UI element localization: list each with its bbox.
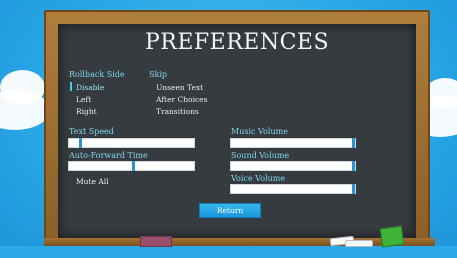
return-button[interactable]: Return — [200, 204, 260, 217]
auto-forward-slider[interactable] — [69, 161, 194, 171]
slider-thumb[interactable] — [132, 161, 135, 171]
voice-volume-slider[interactable] — [231, 184, 355, 194]
sound-volume-slider[interactable] — [231, 161, 355, 171]
slider-thumb[interactable] — [79, 138, 82, 148]
voice-volume-label: Voice Volume — [231, 174, 286, 183]
slider-thumb[interactable] — [352, 161, 355, 171]
skip-label: Skip — [149, 70, 168, 79]
rollback-option-disable[interactable]: Disable — [76, 83, 104, 92]
skip-option-transitions[interactable]: Transitions — [156, 107, 199, 116]
slider-thumb[interactable] — [352, 138, 355, 148]
music-volume-label: Music Volume — [231, 127, 288, 136]
skip-option-unseen-text[interactable]: Unseen Text — [156, 83, 203, 92]
selected-indicator — [70, 82, 72, 91]
rollback-option-left[interactable]: Left — [76, 95, 91, 104]
skip-option-after-choices[interactable]: After Choices — [156, 95, 207, 104]
music-volume-slider[interactable] — [231, 138, 355, 148]
page-title: PREFERENCES — [144, 30, 330, 55]
notepad — [379, 225, 405, 248]
rollback-option-right[interactable]: Right — [76, 107, 97, 116]
auto-forward-label: Auto-Forward Time — [69, 151, 148, 160]
text-speed-label: Text Speed — [69, 127, 114, 136]
cloud — [0, 70, 45, 105]
slider-thumb[interactable] — [352, 184, 355, 194]
chalk-piece — [345, 240, 373, 247]
text-speed-slider[interactable] — [69, 138, 194, 148]
mute-all-toggle[interactable]: Mute All — [76, 177, 109, 186]
ground — [0, 246, 457, 258]
rollback-side-label: Rollback Side — [69, 70, 125, 79]
chalk-ledge — [44, 238, 435, 246]
sound-volume-label: Sound Volume — [231, 151, 290, 160]
eraser — [140, 236, 172, 247]
